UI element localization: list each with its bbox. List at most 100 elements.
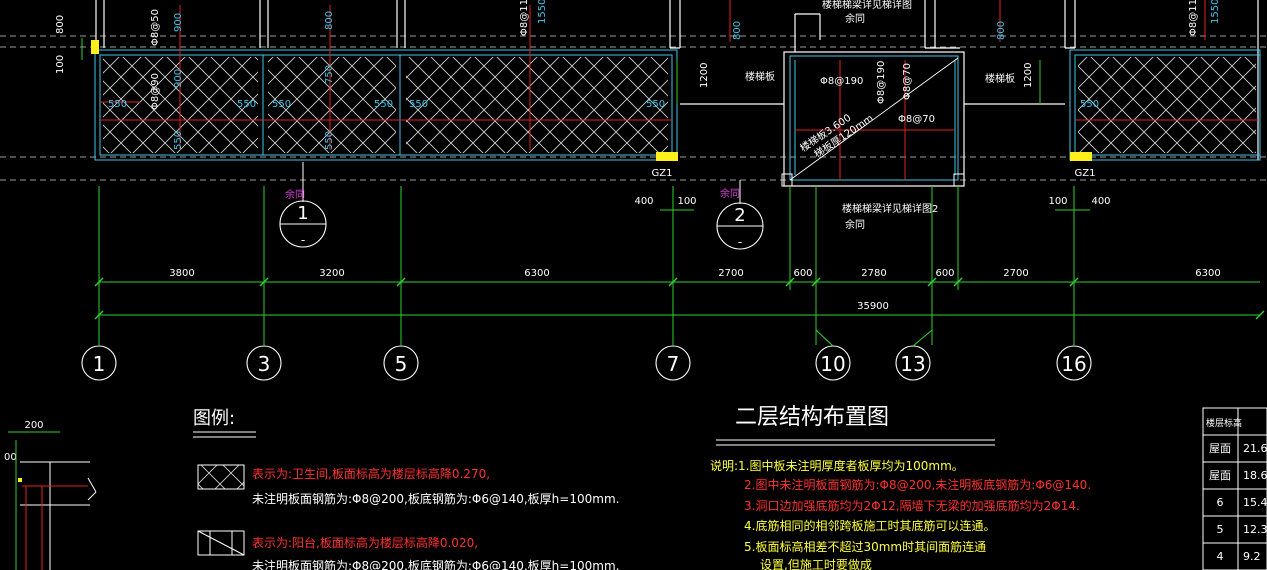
drawing-title: 二层结构布置图 <box>735 405 889 430</box>
note-5: 5.板面标高相差不超过30mm时其间面筋连通 <box>744 539 986 554</box>
axis-bubbles: 1 3 5 7 10 13 16 <box>81 329 1092 381</box>
bar-label-70-v: Φ8@70 <box>902 63 913 100</box>
rebar-550-c: 550 <box>272 99 291 110</box>
note-3: 3.洞口边加强底筋均为2Φ12,隔墙下无梁的加强底筋均为2Φ14. <box>744 498 1080 513</box>
elevation-floor: 6 <box>1217 496 1224 509</box>
axis-label-10: 10 <box>820 352 845 376</box>
axis-label-5: 5 <box>395 352 408 376</box>
elevation-value: 15.4 <box>1243 496 1267 509</box>
elevation-floor: 屋面 <box>1209 469 1231 482</box>
bar-label-190-v: Φ8@190 <box>876 61 887 104</box>
section-mark-2-label: 余同 <box>720 187 740 200</box>
axis-label-3: 3 <box>258 352 271 376</box>
vdim-100: 100 <box>55 55 66 74</box>
elevation-value: 21.60 <box>1243 442 1267 455</box>
rebar-750-a: 750 <box>324 65 335 84</box>
rebar-550-v1: 550 <box>173 131 184 150</box>
structural-plan-drawing: 1 3 5 7 10 13 16 3800 3200 6300 2700 600 2780 … <box>0 0 1267 570</box>
bar-label-70: Φ8@70 <box>898 114 935 125</box>
legend-2-line1: 表示为:阳台,板面标高为楼层标高降0.020, <box>252 535 478 550</box>
bar-label-190: Φ8@190 <box>820 76 863 87</box>
axis-label-16: 16 <box>1061 352 1086 376</box>
elevation-floor: 5 <box>1217 523 1224 536</box>
detail-dim-00: 00 <box>4 452 17 463</box>
elevation-value: 9.2 <box>1243 550 1261 563</box>
vdim-800: 800 <box>55 15 66 34</box>
span-dim-3: 6300 <box>524 268 549 279</box>
span-dim-4: 2700 <box>718 268 743 279</box>
axis-label-7: 7 <box>667 352 680 376</box>
bar-label-50: Φ8@50 <box>150 9 161 46</box>
local-dim-400-right: 400 <box>1091 196 1110 207</box>
elevation-floor: 4 <box>1217 550 1224 563</box>
span-dim-9: 6300 <box>1195 268 1220 279</box>
stair-beam-note: 楼梯梯梁详见梯详图2 <box>842 202 938 215</box>
section-mark-2: 2 - 余同 <box>716 180 764 250</box>
section-mark-1-sub: - <box>301 233 305 247</box>
legend-1-line1: 表示为:卫生间,板面标高为楼层标高降0.270, <box>252 466 490 481</box>
elevation-table: 楼层标高屋面21.60屋面18.60615.4512.349.236.1 <box>1202 407 1267 570</box>
local-dim-100-right: 100 <box>1048 196 1067 207</box>
detail-dim-200: 200 <box>24 420 43 431</box>
legend-title: 图例: <box>193 408 235 429</box>
rebar-800-a: 800 <box>324 11 335 30</box>
rebar-800-b: 800 <box>732 21 743 40</box>
local-dim-400-left: 400 <box>634 196 653 207</box>
total-dim: 35900 <box>857 301 889 312</box>
note-2: 2.图中未注明板面钢筋为:Φ8@200,未注明板底钢筋为:Φ6@140. <box>744 477 1091 492</box>
rebar-800-c: 800 <box>996 21 1007 40</box>
stair-beam-same: 余同 <box>845 218 865 231</box>
legend-2-line2: 未注明板面钢筋为:Φ8@200,板底钢筋为:Φ6@140,板厚h=100mm. <box>252 558 619 570</box>
section-mark-2-num: 2 <box>734 205 745 226</box>
rebar-1550-a: 1550 <box>537 0 548 24</box>
section-mark-2-sub: - <box>738 235 742 249</box>
note-5-cont: 设置,但施工时要做成 <box>760 557 872 570</box>
room-label-right: 楼梯板 <box>985 72 1015 85</box>
rebar-900-a: 900 <box>173 69 184 88</box>
axis-leader-0 <box>815 329 834 347</box>
elevation-value: 18.60 <box>1243 469 1267 482</box>
elevation-table-header: 楼层标高 <box>1206 417 1242 429</box>
gz1-label-left: GZ1 <box>652 168 673 179</box>
gz1-column-left <box>656 152 678 161</box>
rebar-550-d: 550 <box>374 99 393 110</box>
note-4: 4.底筋相同的相邻跨板施工时其底筋可以连通。 <box>744 518 995 533</box>
stair-top-note: 楼梯梯梁详见梯详图 <box>822 0 912 11</box>
span-dim-8: 2700 <box>1003 268 1028 279</box>
rebar-550-b: 550 <box>237 99 256 110</box>
span-dim-5: 600 <box>793 268 812 279</box>
vdim-1200-left: 1200 <box>699 63 710 88</box>
span-dim-7: 600 <box>935 268 954 279</box>
dimension-ticks <box>94 277 1265 320</box>
legend-1-line2: 未注明板面钢筋为:Φ8@200,板底钢筋为:Φ6@140,板厚h=100mm. <box>252 491 619 506</box>
axis-label-13: 13 <box>900 352 925 376</box>
bar-label-90: Φ8@90 <box>150 73 161 110</box>
gz1-column-right <box>1070 152 1092 161</box>
rebar-1550-b: 1550 <box>1210 0 1221 24</box>
local-dim-100-left: 100 <box>677 196 696 207</box>
span-dim-2: 3200 <box>319 268 344 279</box>
span-dim-1: 3800 <box>169 268 194 279</box>
section-mark-1: 1 - 余同 <box>279 162 327 248</box>
legend-swatch-toilet <box>197 464 245 490</box>
notes-head: 说明:1.图中板未注明厚度者板厚均为100mm。 <box>710 458 964 473</box>
elevation-floor: 屋面 <box>1209 442 1231 455</box>
section-detail <box>15 440 97 570</box>
rebar-550-f: 550 <box>646 99 665 110</box>
rebar-900-b: 900 <box>173 13 184 32</box>
axis-label-1: 1 <box>93 352 106 376</box>
rebar-550-e: 550 <box>409 99 428 110</box>
axis-leader-1 <box>912 329 933 347</box>
bar-label-110-a: Φ8@110 <box>519 0 530 36</box>
section-mark-1-label: 余同 <box>285 188 305 201</box>
legend-swatch-balcony <box>197 530 245 556</box>
rebar-550-a: 550 <box>108 99 127 110</box>
bar-label-110-b: Φ8@110 <box>1188 0 1199 36</box>
room-label-left: 楼梯板 <box>745 70 775 83</box>
rebar-550-v2: 550 <box>324 131 335 150</box>
gz1-label-right: GZ1 <box>1075 168 1096 179</box>
span-dim-6: 2780 <box>861 268 886 279</box>
elevation-value: 12.3 <box>1243 523 1267 536</box>
rebar-550-g: 550 <box>1080 99 1099 110</box>
section-mark-1-num: 1 <box>297 203 308 224</box>
